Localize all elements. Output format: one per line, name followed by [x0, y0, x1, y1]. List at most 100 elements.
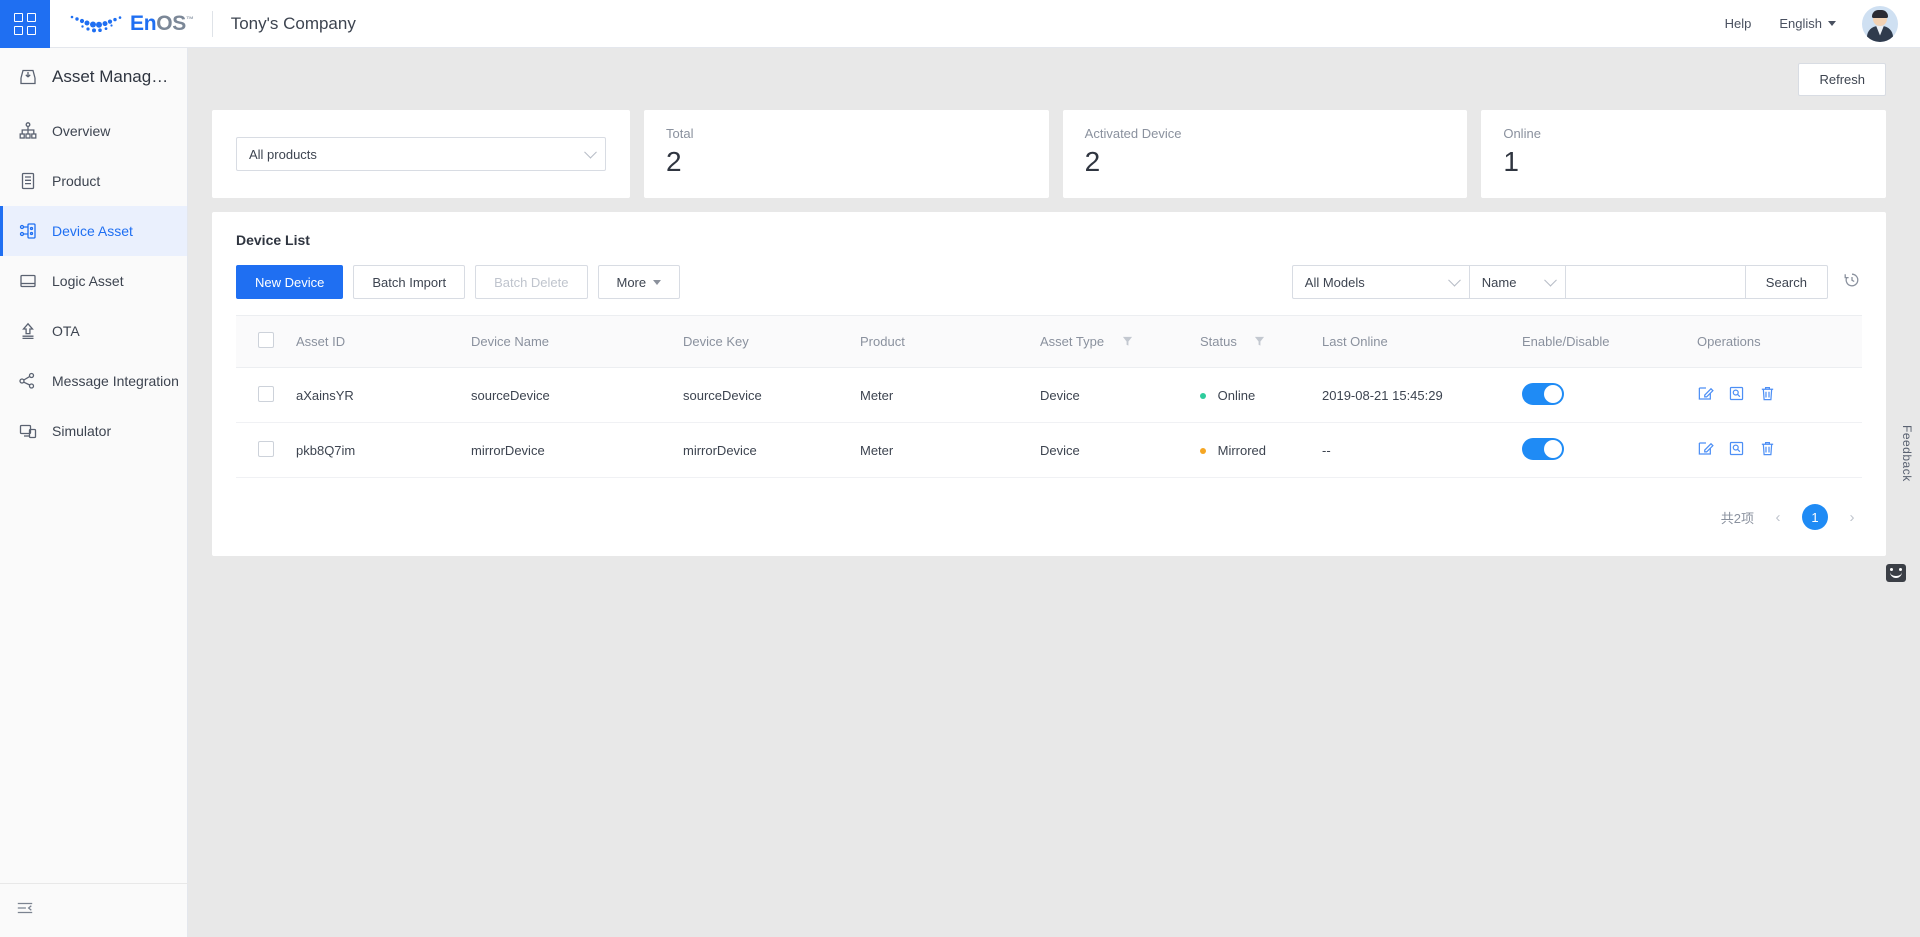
sidebar-item-ota[interactable]: OTA [0, 306, 187, 356]
stat-label: Activated Device [1084, 126, 1182, 141]
toggle-knob [1544, 439, 1562, 458]
feedback-tab[interactable]: Feedback [1894, 415, 1920, 492]
cell-asset-type: Device [1032, 367, 1192, 423]
share-nodes-icon [18, 371, 38, 391]
delete-icon[interactable] [1759, 440, 1776, 460]
hierarchy-icon [18, 121, 38, 141]
sidebar-item-label: Logic Asset [52, 273, 124, 289]
enable-toggle[interactable] [1522, 382, 1564, 405]
product-filter-value: All products [249, 146, 317, 162]
row-checkbox[interactable] [258, 440, 274, 457]
grid-icon [14, 12, 36, 35]
cell-product: Meter [852, 422, 1032, 478]
pagination: 共2项 ‹ 1 › [236, 504, 1862, 530]
language-selector[interactable]: English [1779, 16, 1836, 31]
stat-value: 1 [1503, 146, 1519, 177]
document-icon [18, 171, 38, 191]
operations-group [1697, 385, 1854, 405]
enable-toggle[interactable] [1522, 437, 1564, 460]
pagination-total: 共2项 [1720, 510, 1754, 526]
search-button[interactable]: Search [1745, 265, 1828, 299]
avatar-hair [1872, 9, 1888, 18]
chevron-down-icon [1828, 21, 1836, 26]
toolbar: New Device Batch Import Batch Delete Mor… [236, 265, 1862, 299]
cell-asset-id: aXainsYR [288, 367, 463, 423]
edit-icon[interactable] [1697, 385, 1714, 405]
stat-card-total: Total 2 [644, 110, 1049, 198]
toggle-knob [1544, 384, 1562, 403]
new-device-button[interactable]: New Device [236, 265, 344, 299]
model-filter-select[interactable]: All Models [1291, 265, 1470, 299]
smiley-mouth [1890, 572, 1902, 578]
sidebar-item-logic-asset[interactable]: Logic Asset [0, 256, 187, 306]
refresh-row: Refresh [188, 48, 1920, 96]
sidebar-item-simulator[interactable]: Simulator [0, 406, 187, 456]
collapse-sidebar-icon[interactable] [16, 899, 34, 922]
table-row[interactable]: pkb8Q7im mirrorDevice mirrorDevice Meter… [236, 422, 1862, 478]
column-last-online: Last Online [1314, 315, 1514, 368]
pagination-page-1[interactable]: 1 [1802, 504, 1828, 530]
brand-tm: ™ [186, 14, 194, 24]
cell-last-online: -- [1314, 422, 1514, 478]
upload-arrow-icon [18, 321, 38, 341]
avatar[interactable] [1862, 5, 1898, 42]
chevron-down-icon [1447, 273, 1461, 287]
batch-delete-button: Batch Delete [475, 265, 588, 299]
row-select-cell [236, 367, 288, 423]
search-field-select[interactable]: Name [1469, 265, 1566, 299]
brand-divider [211, 10, 213, 37]
model-filter-value: All Models [1304, 274, 1365, 290]
cell-asset-id: pkb8Q7im [288, 422, 463, 478]
smiley-eye-right [1899, 568, 1902, 571]
app-grid-icon[interactable] [0, 0, 50, 48]
sidebar-item-device-asset[interactable]: Device Asset [0, 206, 187, 256]
sidebar-item-label: OTA [52, 323, 80, 339]
view-detail-icon[interactable] [1728, 385, 1745, 405]
cell-operations [1689, 422, 1862, 478]
filter-icon[interactable] [1254, 335, 1265, 350]
table-header: Asset ID Device Name Device Key Product … [236, 315, 1862, 368]
stat-card-activated-device: Activated Device 2 [1062, 110, 1468, 198]
stat-label: Total [666, 126, 694, 141]
pagination-prev[interactable]: ‹ [1768, 509, 1788, 526]
chevron-down-icon [584, 145, 597, 159]
search-input[interactable] [1565, 265, 1746, 299]
product-filter-select[interactable]: All products [236, 137, 606, 171]
summary-cards: All products Total 2 Activated Device 2 … [188, 96, 1920, 198]
sidebar-item-message-integration[interactable]: Message Integration [0, 356, 187, 406]
product-filter-card: All products [212, 110, 630, 198]
stat-value: 2 [1084, 146, 1101, 177]
sidebar-title: Asset Manag… [0, 48, 187, 106]
view-detail-icon[interactable] [1728, 440, 1745, 460]
delete-icon[interactable] [1759, 385, 1776, 405]
sidebar-title-label: Asset Manag… [52, 67, 169, 86]
column-product: Product [852, 315, 1032, 368]
filter-icon[interactable] [1122, 335, 1133, 350]
cell-enable-disable [1514, 422, 1689, 478]
feedback-label[interactable]: Feedback [1900, 415, 1914, 492]
pagination-next[interactable]: › [1842, 509, 1862, 526]
more-button[interactable]: More [597, 265, 681, 299]
device-list-panel: Device List New Device Batch Import Batc… [212, 212, 1886, 556]
language-label: English [1779, 16, 1822, 31]
stat-label: Online [1503, 126, 1541, 141]
edit-icon[interactable] [1697, 440, 1714, 460]
refresh-button[interactable]: Refresh [1798, 63, 1886, 96]
column-operations: Operations [1689, 315, 1862, 368]
row-checkbox[interactable] [258, 385, 274, 402]
row-select-cell [236, 422, 288, 478]
column-asset-id: Asset ID [288, 315, 463, 368]
batch-import-button[interactable]: Batch Import [353, 265, 466, 299]
sidebar-item-product[interactable]: Product [0, 156, 187, 206]
table-row[interactable]: aXainsYR sourceDevice sourceDevice Meter… [236, 367, 1862, 423]
cell-operations [1689, 367, 1862, 423]
smiley-icon[interactable] [1886, 564, 1906, 582]
status-dot [1200, 392, 1206, 399]
help-link[interactable]: Help [1725, 16, 1752, 31]
sidebar-item-overview[interactable]: Overview [0, 106, 187, 156]
cell-device-name: sourceDevice [463, 367, 675, 423]
history-clock-icon[interactable] [1842, 270, 1862, 295]
brand-os: OS [156, 11, 186, 35]
cell-device-key: sourceDevice [675, 367, 852, 423]
select-all-checkbox[interactable] [258, 332, 274, 348]
